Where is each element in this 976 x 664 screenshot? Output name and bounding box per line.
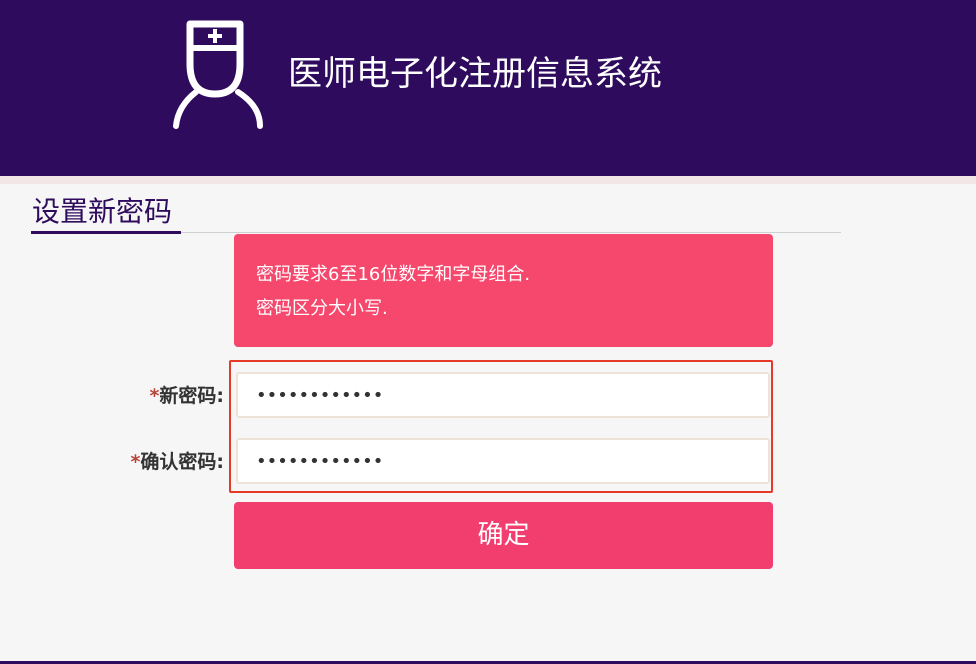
password-requirement-alert: 密码要求6至16位数字和字母组合. 密码区分大小写. <box>234 234 773 347</box>
header-bar: 医师电子化注册信息系统 <box>0 0 976 176</box>
confirm-password-label-text: 确认密码: <box>140 451 224 473</box>
new-password-label: *新密码: <box>100 381 224 411</box>
heading-underline <box>31 231 181 234</box>
required-mark: * <box>149 385 160 407</box>
confirm-password-label: *确认密码: <box>100 447 224 477</box>
alert-line-length: 密码要求6至16位数字和字母组合. <box>256 264 531 285</box>
new-password-label-text: 新密码: <box>159 385 224 407</box>
required-mark: * <box>130 451 141 473</box>
app-title: 医师电子化注册信息系统 <box>288 54 662 94</box>
doctor-nurse-icon <box>173 20 263 129</box>
confirm-button[interactable]: 确定 <box>234 502 773 569</box>
alert-line-case: 密码区分大小写. <box>256 298 388 319</box>
header-bottom-strip <box>0 176 976 184</box>
page: 医师电子化注册信息系统 设置新密码 密码要求6至16位数字和字母组合. 密码区分… <box>0 0 976 664</box>
page-title: 设置新密码 <box>32 195 173 228</box>
input-highlight-frame <box>229 360 773 493</box>
